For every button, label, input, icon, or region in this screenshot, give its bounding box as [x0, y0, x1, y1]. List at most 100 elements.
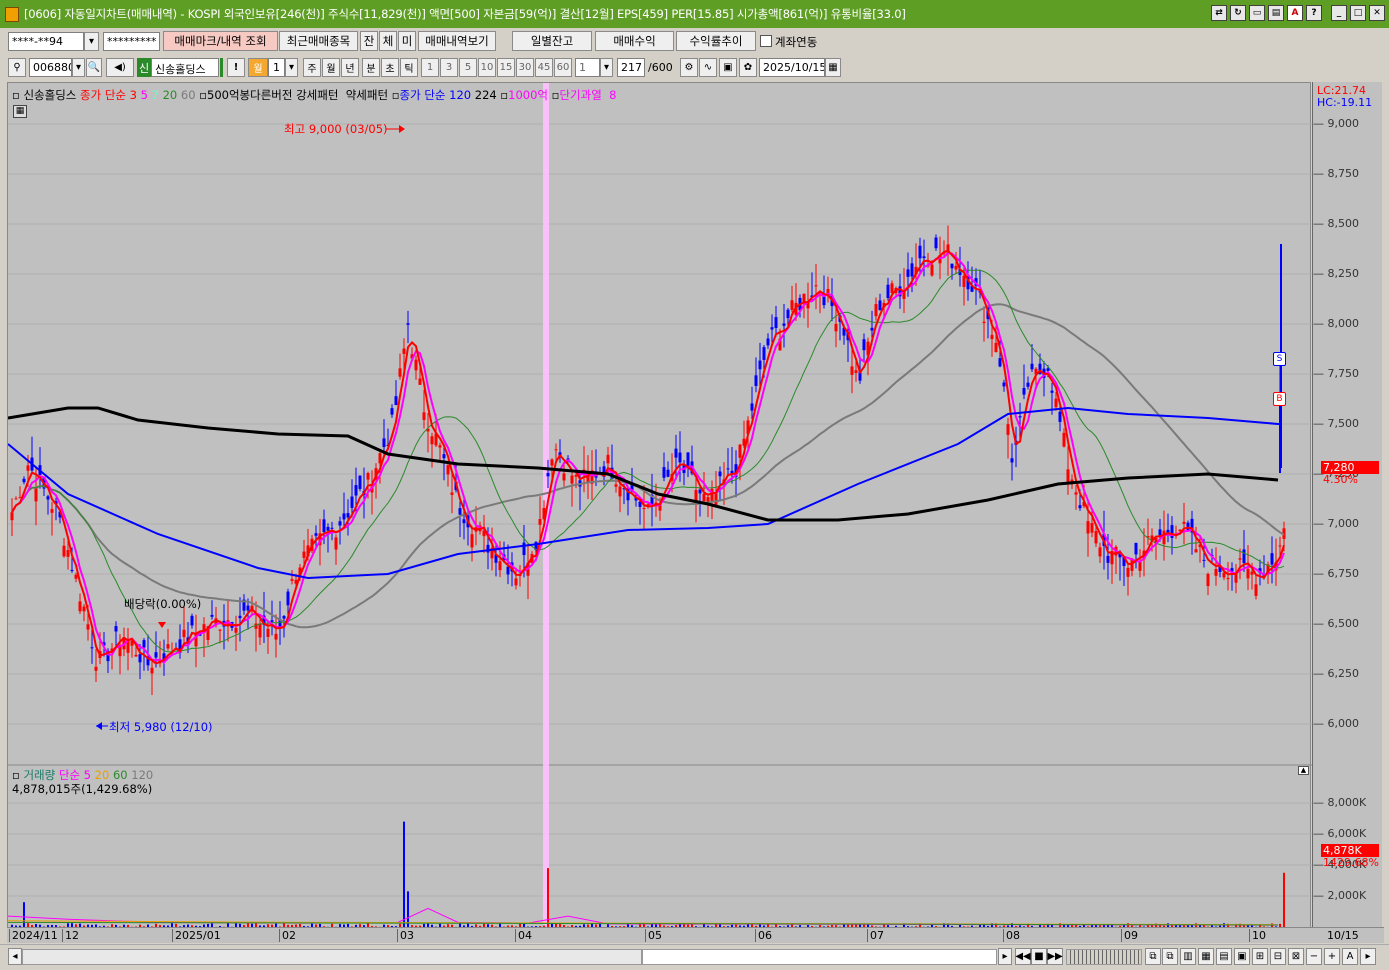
code-dropdown-icon[interactable]: ▾: [72, 58, 85, 77]
interval-dropdown-icon[interactable]: ▾: [600, 58, 613, 77]
legend-short-value: 8: [609, 88, 617, 102]
sell-marker[interactable]: S: [1273, 352, 1286, 366]
period-tick-button[interactable]: 틱: [400, 58, 418, 77]
password-field[interactable]: *********: [103, 32, 160, 51]
close-icon[interactable]: ✕: [1369, 5, 1385, 21]
price-tick-label: — 8,500: [1313, 217, 1359, 230]
scroll-thumb[interactable]: [642, 949, 997, 965]
candle-body: [234, 627, 238, 633]
period-value-input[interactable]: 1: [268, 58, 285, 77]
period-second-button[interactable]: 초: [381, 58, 399, 77]
interval-10-button[interactable]: 10: [478, 58, 496, 77]
price-tick-label: — 8,250: [1313, 267, 1359, 280]
interval-input[interactable]: 1: [575, 58, 600, 77]
candle-body: [190, 615, 194, 626]
stock-search-icon[interactable]: ⚲: [8, 58, 26, 77]
period-minute-button[interactable]: 분: [362, 58, 380, 77]
minimize-icon[interactable]: _: [1331, 5, 1347, 21]
period-week-button[interactable]: 주: [303, 58, 321, 77]
font-icon[interactable]: A: [1287, 5, 1303, 21]
return-trend-button[interactable]: 수익률추이: [676, 31, 756, 51]
alert-button[interactable]: !: [227, 58, 245, 77]
trade-profit-button[interactable]: 매매수익: [595, 31, 674, 51]
candle-body: [270, 620, 274, 622]
trade-mark-query-button[interactable]: 매매마크/내역 조회: [163, 31, 278, 51]
screen-icon[interactable]: ▭: [1249, 5, 1265, 21]
account-link-checkbox[interactable]: [760, 35, 772, 47]
candle-body: [1026, 382, 1030, 387]
trade-history-button[interactable]: 매매내역보기: [418, 31, 496, 51]
candle-body: [422, 412, 426, 420]
zoom-slider[interactable]: [1066, 949, 1142, 965]
view-icon-1[interactable]: ⧉: [1145, 948, 1161, 965]
zoom-out-icon[interactable]: −: [1306, 948, 1322, 965]
calendar-icon[interactable]: ▦: [825, 58, 841, 77]
candle-body: [238, 615, 242, 619]
tool-icon-1[interactable]: ⚙: [680, 58, 698, 77]
help-icon[interactable]: ?: [1306, 5, 1322, 21]
account-dropdown-icon[interactable]: ▾: [84, 32, 99, 51]
tool-icon-2[interactable]: ∿: [699, 58, 717, 77]
interval-5-button[interactable]: 5: [459, 58, 477, 77]
view-icon-2[interactable]: ⧉: [1162, 948, 1178, 965]
filled-button[interactable]: 체: [379, 31, 397, 51]
view-icon-3[interactable]: ▥: [1180, 948, 1196, 965]
balance-button[interactable]: 잔: [360, 31, 378, 51]
view-icon-6[interactable]: ▣: [1234, 948, 1250, 965]
candle-body: [330, 527, 334, 529]
search-icon[interactable]: 🔍: [86, 58, 102, 77]
stop-icon[interactable]: ■: [1031, 948, 1047, 965]
candle-body: [154, 652, 158, 658]
candle-body: [462, 519, 466, 524]
date-input[interactable]: 2025/10/15: [759, 58, 825, 77]
interval-45-button[interactable]: 45: [535, 58, 553, 77]
candle-body: [1006, 424, 1010, 435]
scroll-end-icon[interactable]: ▸: [1360, 948, 1376, 965]
scroll-left-icon[interactable]: ◂: [8, 948, 22, 965]
period-dropdown-icon[interactable]: ▾: [285, 58, 298, 77]
play-back-icon[interactable]: ◀◀: [1015, 948, 1031, 965]
view-icon-4[interactable]: ▦: [1198, 948, 1214, 965]
settings-icon[interactable]: ✿: [739, 58, 757, 77]
chart-area[interactable]: ▫ 신송홀딩스 종가 단순 3 5 7 20 60 ▫500억봉다른버전 강세패…: [7, 82, 1312, 929]
candle-body: [782, 323, 786, 326]
print-icon[interactable]: ▤: [1268, 5, 1284, 21]
candle-body: [1066, 469, 1070, 483]
candle-body: [954, 265, 958, 270]
period-year-button[interactable]: 년: [341, 58, 359, 77]
zoom-in-icon[interactable]: +: [1324, 948, 1340, 965]
volume-pane-maximize-icon[interactable]: ▲: [1298, 766, 1309, 775]
candle-body: [166, 644, 170, 649]
view-icon-5[interactable]: ▤: [1216, 948, 1232, 965]
account-field[interactable]: ****-**94: [8, 32, 84, 51]
interval-3-button[interactable]: 3: [440, 58, 458, 77]
refresh-icon[interactable]: ↻: [1230, 5, 1246, 21]
recent-trades-button[interactable]: 최근매매종목: [279, 31, 358, 51]
play-forward-icon[interactable]: ▶▶: [1047, 948, 1063, 965]
view-icon-8[interactable]: ⊟: [1270, 948, 1286, 965]
link-icon[interactable]: ⇄: [1211, 5, 1227, 21]
candle-body: [758, 360, 762, 370]
view-icon-9[interactable]: ⊠: [1288, 948, 1304, 965]
daily-balance-button[interactable]: 일별잔고: [512, 31, 592, 51]
candle-body: [302, 551, 306, 558]
unfilled-button[interactable]: 미: [398, 31, 416, 51]
candle-body: [642, 508, 646, 510]
interval-30-button[interactable]: 30: [516, 58, 534, 77]
view-icon-7[interactable]: ⊞: [1252, 948, 1268, 965]
table-toggle-icon[interactable]: ▦: [13, 105, 27, 118]
save-icon[interactable]: ▣: [719, 58, 737, 77]
font-size-icon[interactable]: A: [1342, 948, 1358, 965]
interval-1-button[interactable]: 1: [421, 58, 439, 77]
interval-15-button[interactable]: 15: [497, 58, 515, 77]
stock-code-input[interactable]: 006880: [29, 58, 72, 77]
buy-marker[interactable]: B: [1273, 392, 1286, 406]
sound-icon[interactable]: ◀): [106, 58, 134, 77]
period-month-button[interactable]: 월: [322, 58, 340, 77]
period-month-active[interactable]: 월: [248, 58, 268, 77]
maximize-icon[interactable]: □: [1350, 5, 1366, 21]
scroll-track[interactable]: [22, 949, 642, 965]
interval-60-button[interactable]: 60: [554, 58, 572, 77]
data-count-input[interactable]: 217: [617, 58, 645, 77]
scroll-right-icon[interactable]: ▸: [998, 948, 1012, 965]
